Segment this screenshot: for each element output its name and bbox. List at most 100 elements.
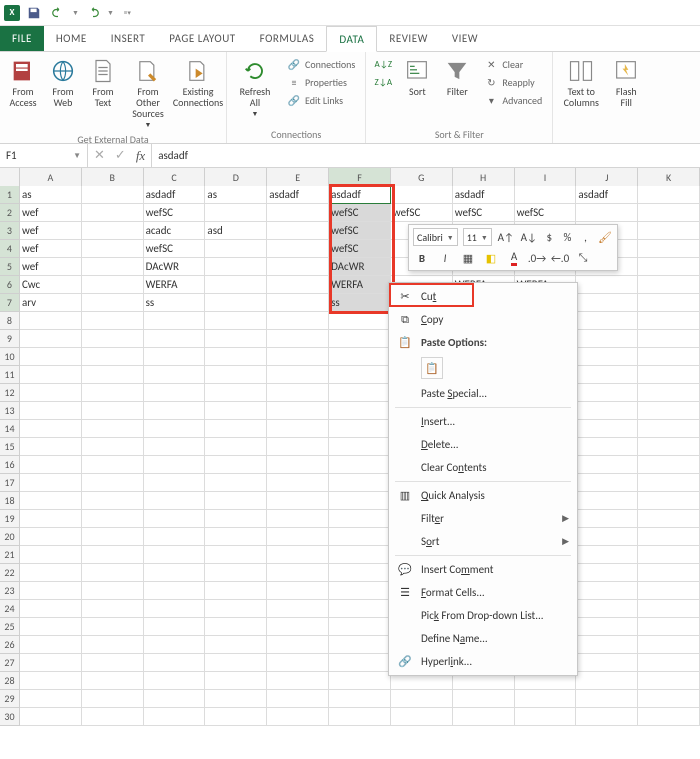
cell[interactable] xyxy=(82,312,144,330)
cell[interactable] xyxy=(20,708,82,726)
cell[interactable]: ss xyxy=(329,294,391,312)
cell[interactable]: wefSC xyxy=(515,204,577,222)
row-header[interactable]: 28 xyxy=(0,672,20,690)
decrease-font-button[interactable]: A↓ xyxy=(520,228,538,246)
bold-button[interactable]: B xyxy=(413,249,431,267)
cell[interactable] xyxy=(638,276,700,294)
cell[interactable] xyxy=(638,240,700,258)
cell[interactable] xyxy=(205,384,267,402)
row-header[interactable]: 16 xyxy=(0,456,20,474)
cell[interactable] xyxy=(20,330,82,348)
cell[interactable] xyxy=(638,222,700,240)
from-other-sources-button[interactable]: From Other Sources▼ xyxy=(126,56,170,131)
cell[interactable]: wefSC xyxy=(144,240,206,258)
cell[interactable] xyxy=(329,618,391,636)
row-header[interactable]: 14 xyxy=(0,420,20,438)
cell[interactable] xyxy=(20,510,82,528)
cell[interactable] xyxy=(205,402,267,420)
cell[interactable] xyxy=(329,366,391,384)
cell[interactable] xyxy=(576,546,638,564)
row-header[interactable]: 27 xyxy=(0,654,20,672)
ctx-quick-analysis[interactable]: ▥ Quick Analysis xyxy=(391,484,575,507)
cell[interactable] xyxy=(144,636,206,654)
col-header[interactable]: A xyxy=(20,168,82,186)
cell[interactable] xyxy=(82,690,144,708)
tab-home[interactable]: HOME xyxy=(44,26,99,51)
cell[interactable]: wef xyxy=(20,204,82,222)
cell[interactable] xyxy=(144,312,206,330)
tab-view[interactable]: VIEW xyxy=(440,26,490,51)
row-header[interactable]: 19 xyxy=(0,510,20,528)
cell[interactable]: as xyxy=(20,186,82,204)
cell[interactable] xyxy=(82,654,144,672)
row-header[interactable]: 3 xyxy=(0,222,20,240)
from-access-button[interactable]: From Access xyxy=(6,56,40,110)
cell[interactable] xyxy=(82,330,144,348)
cell[interactable] xyxy=(638,330,700,348)
cell[interactable] xyxy=(576,294,638,312)
ctx-hyperlink[interactable]: 🔗 Hyperlink... xyxy=(391,650,575,673)
cell[interactable]: asdadf xyxy=(453,186,515,204)
cell[interactable] xyxy=(267,492,329,510)
tab-formulas[interactable]: FORMULAS xyxy=(248,26,327,51)
cell[interactable] xyxy=(515,708,577,726)
cell[interactable] xyxy=(205,240,267,258)
cell[interactable] xyxy=(267,636,329,654)
cell[interactable] xyxy=(82,474,144,492)
cell[interactable] xyxy=(329,690,391,708)
cell[interactable] xyxy=(453,690,515,708)
cell[interactable] xyxy=(144,708,206,726)
cell[interactable] xyxy=(576,276,638,294)
row-header[interactable]: 20 xyxy=(0,528,20,546)
cell[interactable] xyxy=(638,420,700,438)
percent-format-button[interactable]: % xyxy=(561,228,574,246)
tab-data[interactable]: DATA xyxy=(326,26,377,52)
tab-insert[interactable]: INSERT xyxy=(99,26,158,51)
cell[interactable] xyxy=(638,708,700,726)
from-text-button[interactable]: From Text xyxy=(86,56,120,110)
cell[interactable] xyxy=(638,618,700,636)
cell[interactable] xyxy=(20,546,82,564)
cell[interactable]: ss xyxy=(144,294,206,312)
cell[interactable] xyxy=(329,330,391,348)
cell[interactable] xyxy=(82,564,144,582)
cell[interactable] xyxy=(329,384,391,402)
cell[interactable] xyxy=(638,564,700,582)
cell[interactable] xyxy=(82,402,144,420)
cell[interactable] xyxy=(267,366,329,384)
row-header[interactable]: 5 xyxy=(0,258,20,276)
cell[interactable] xyxy=(638,474,700,492)
cell[interactable] xyxy=(20,492,82,510)
cell[interactable]: WERFA xyxy=(144,276,206,294)
cell[interactable] xyxy=(576,690,638,708)
cell[interactable] xyxy=(638,258,700,276)
cell[interactable] xyxy=(144,564,206,582)
cell[interactable] xyxy=(20,618,82,636)
cell[interactable] xyxy=(329,582,391,600)
cell[interactable] xyxy=(82,528,144,546)
row-header[interactable]: 22 xyxy=(0,564,20,582)
row-header[interactable]: 18 xyxy=(0,492,20,510)
sort-desc-button[interactable]: Z↓A xyxy=(372,74,394,90)
cell[interactable] xyxy=(82,456,144,474)
row-header[interactable]: 4 xyxy=(0,240,20,258)
font-size-select[interactable]: 11▼ xyxy=(463,228,492,246)
cell[interactable]: asdadf xyxy=(329,186,391,204)
cell[interactable] xyxy=(144,420,206,438)
cell[interactable]: wefSC xyxy=(144,204,206,222)
formula-input[interactable]: asdadf xyxy=(152,144,700,167)
cell[interactable] xyxy=(82,600,144,618)
cell[interactable] xyxy=(205,420,267,438)
cell[interactable] xyxy=(576,510,638,528)
cell[interactable] xyxy=(205,312,267,330)
cell[interactable] xyxy=(329,546,391,564)
cell[interactable] xyxy=(82,672,144,690)
cell[interactable] xyxy=(144,384,206,402)
cell[interactable] xyxy=(20,654,82,672)
cell[interactable] xyxy=(329,438,391,456)
row-header[interactable]: 9 xyxy=(0,330,20,348)
qat-customize-icon[interactable]: ≡▾ xyxy=(124,8,131,17)
col-header[interactable]: I xyxy=(515,168,577,186)
font-color-button[interactable]: A xyxy=(505,249,523,267)
cell[interactable] xyxy=(267,510,329,528)
